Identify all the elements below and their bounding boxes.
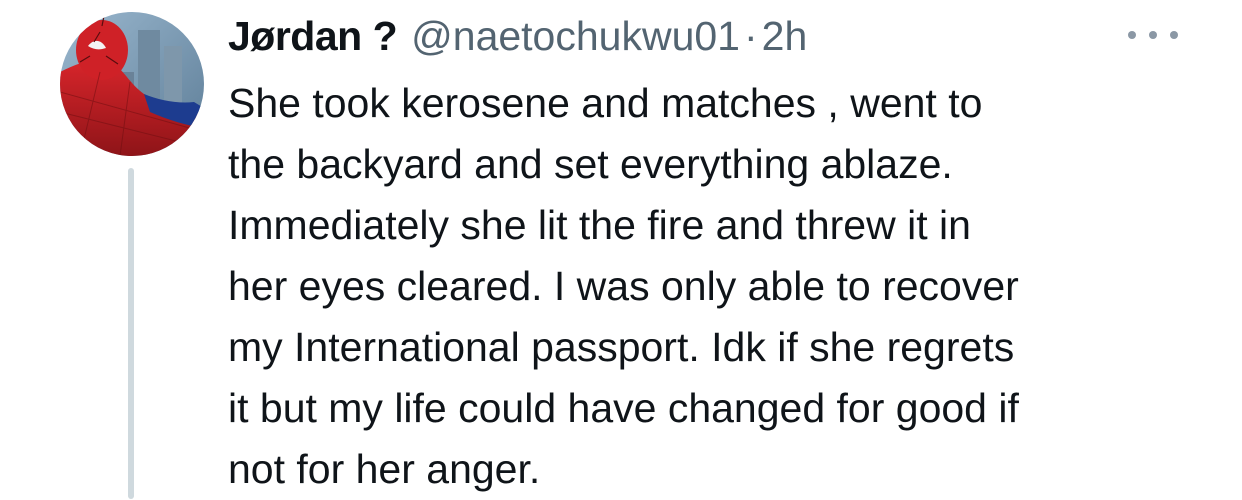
thread-line [128,168,134,499]
tweet-text-line: my International passport. Idk if she re… [228,324,1015,370]
more-options-icon[interactable] [1128,20,1178,50]
more-dot [1128,31,1136,39]
tweet[interactable]: Jørdan ? @naetochukwu01 · 2h She took ke… [0,0,1242,499]
more-dot [1170,31,1178,39]
timestamp[interactable]: 2h [762,10,808,62]
tweet-text: She took kerosene and matches , went to … [228,73,1188,500]
more-dot [1149,31,1157,39]
tweet-header: Jørdan ? @naetochukwu01 · 2h [228,10,807,62]
avatar[interactable] [60,12,204,156]
user-handle[interactable]: @naetochukwu01 [411,10,740,62]
tweet-text-line: it but my life could have changed for go… [228,385,1019,431]
tweet-text-line: not for her anger. [228,446,541,492]
tweet-text-line: Immediately she lit the fire and threw i… [228,202,971,248]
tweet-text-line: the backyard and set everything ablaze. [228,141,953,187]
separator-dot: · [743,13,758,59]
spiderman-avatar-icon [60,12,204,156]
tweet-text-line: her eyes cleared. I was only able to rec… [228,263,1019,309]
tweet-text-line: She took kerosene and matches , went to [228,80,983,126]
display-name[interactable]: Jørdan ? [228,10,398,62]
